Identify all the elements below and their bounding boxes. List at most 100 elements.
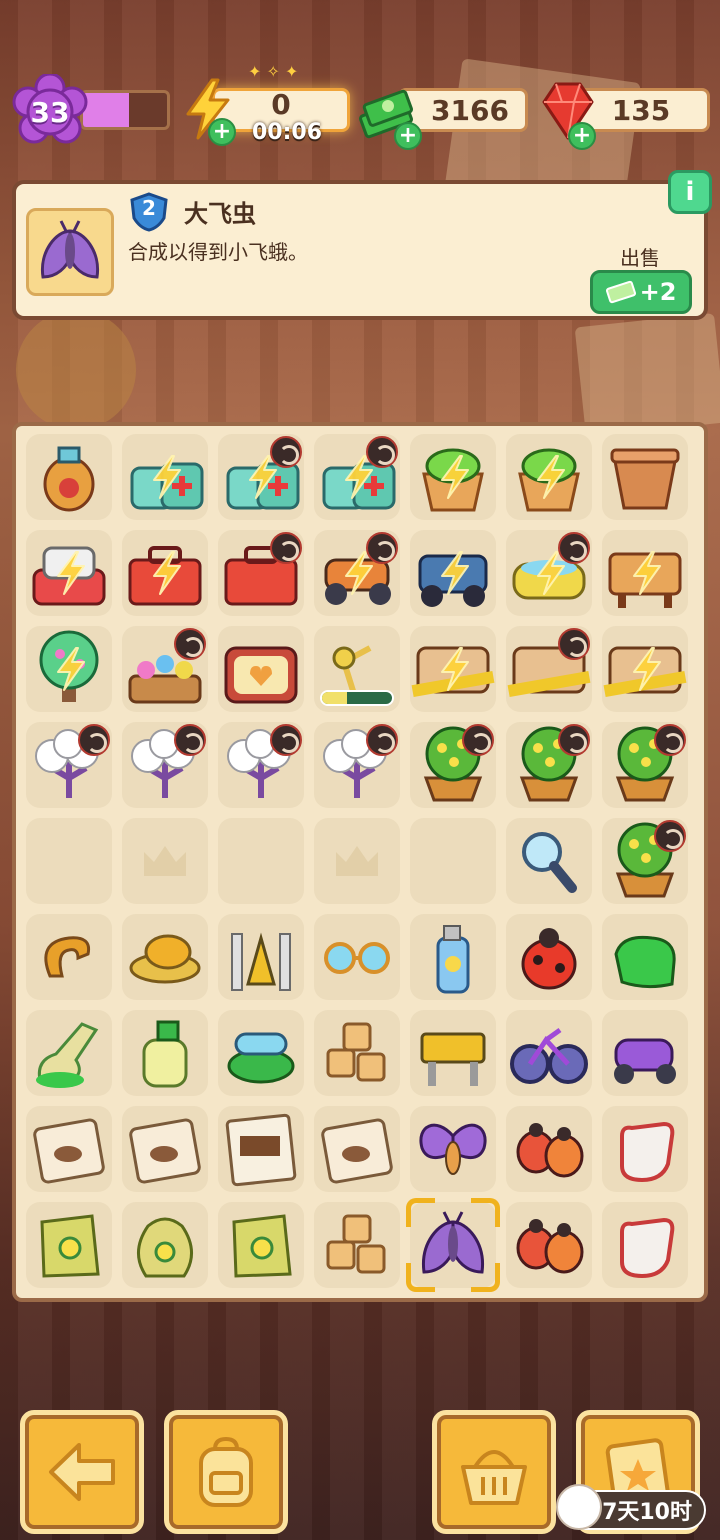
board-cell[interactable]: [410, 722, 496, 808]
selected-item-thumbnail: [26, 208, 114, 296]
bicycle-icon: [510, 1027, 588, 1084]
board-cell[interactable]: [410, 434, 496, 520]
board-cell[interactable]: [122, 1202, 208, 1288]
add-energy-icon[interactable]: +: [208, 118, 236, 146]
board-cell[interactable]: [314, 1106, 400, 1192]
board-cell[interactable]: [506, 626, 592, 712]
board-cell[interactable]: [26, 1106, 112, 1192]
board-cell[interactable]: [122, 1106, 208, 1192]
sell-button[interactable]: +2: [590, 270, 692, 314]
money-value: 3166: [431, 93, 509, 127]
board-cell[interactable]: [506, 434, 592, 520]
big-moth-icon: [40, 220, 100, 279]
board-cell[interactable]: [122, 914, 208, 1000]
board-cell[interactable]: [122, 1010, 208, 1096]
energy-bolt-icon: [57, 551, 85, 595]
board-cell[interactable]: [26, 434, 112, 520]
energy-bolt-icon: [57, 647, 85, 691]
board-cell[interactable]: [122, 722, 208, 808]
board-cell[interactable]: [218, 530, 304, 616]
board-cell[interactable]: [314, 1010, 400, 1096]
merge-board: [12, 422, 708, 1302]
status-bar: 33 0 + 00:06 ✦ ✧ ✦ 3166 + 135 +: [0, 62, 720, 150]
cash-icon: [605, 280, 636, 304]
board-cell[interactable]: [122, 434, 208, 520]
add-gems-icon[interactable]: +: [568, 122, 596, 150]
back-button[interactable]: [20, 1410, 144, 1534]
board-cell[interactable]: [602, 1010, 688, 1096]
board-cell[interactable]: [122, 626, 208, 712]
item-info-panel: 2 大飞虫 合成以得到小飞蛾。 i 出售 +2: [12, 170, 712, 320]
cooldown-timer-icon: [366, 436, 398, 468]
ladybug-pair-icon: [516, 1123, 584, 1178]
backpack-button[interactable]: [164, 1410, 288, 1534]
board-cell[interactable]: [218, 1010, 304, 1096]
board-cell[interactable]: [314, 626, 400, 712]
back-arrow-icon: [49, 1443, 115, 1501]
board-cell-empty: [410, 818, 496, 904]
board-cell[interactable]: [218, 722, 304, 808]
board-cell[interactable]: [26, 914, 112, 1000]
sparkle-icon: ✦ ✧ ✦: [248, 62, 299, 81]
board-cell[interactable]: [26, 1202, 112, 1288]
clay-pot-icon: [610, 448, 680, 510]
board-cell[interactable]: [218, 626, 304, 712]
info-button[interactable]: i: [668, 170, 712, 214]
board-cell[interactable]: [410, 530, 496, 616]
board-cell[interactable]: [410, 914, 496, 1000]
board-cell[interactable]: [26, 530, 112, 616]
board-cell[interactable]: [506, 1106, 592, 1192]
board-cell[interactable]: [602, 530, 688, 616]
board-cell[interactable]: [506, 1202, 592, 1288]
board-cell[interactable]: [406, 1198, 500, 1292]
cooldown-timer-icon: [558, 628, 590, 660]
board-cell[interactable]: [218, 1106, 304, 1192]
cooldown-timer-icon: [270, 436, 302, 468]
goggles-icon: [227, 1032, 295, 1084]
board-cell[interactable]: [506, 530, 592, 616]
board-cell[interactable]: [314, 722, 400, 808]
board-cell[interactable]: [602, 914, 688, 1000]
sunglasses-icon: [324, 942, 390, 974]
board-cell[interactable]: [410, 1010, 496, 1096]
wanted-poster-icon: [225, 1113, 297, 1187]
board-cell[interactable]: [314, 530, 400, 616]
board-cell-empty: [26, 818, 112, 904]
board-cell[interactable]: [218, 434, 304, 520]
board-cell[interactable]: [506, 722, 592, 808]
board-cell[interactable]: [26, 626, 112, 712]
board-cell[interactable]: [506, 818, 592, 904]
board-cell[interactable]: [602, 818, 688, 904]
slipper-icon: [36, 1022, 99, 1088]
board-cell[interactable]: [218, 1202, 304, 1288]
level-badge[interactable]: 33: [12, 74, 88, 150]
board-cell[interactable]: [26, 1010, 112, 1096]
board-cell[interactable]: [602, 626, 688, 712]
board-cell-empty: [122, 818, 208, 904]
dragon-vase-icon: [43, 446, 95, 512]
cooldown-timer-icon: [366, 532, 398, 564]
add-money-icon[interactable]: +: [394, 122, 422, 150]
energy-bolt-icon: [633, 551, 661, 595]
board-cell[interactable]: [314, 434, 400, 520]
basket-button[interactable]: [432, 1410, 556, 1534]
item-level: 2: [142, 196, 156, 220]
energy-bolt-icon: [153, 455, 181, 499]
board-cell[interactable]: [410, 626, 496, 712]
cooldown-timer-icon: [558, 532, 590, 564]
energy-bolt-icon: [153, 551, 181, 595]
board-cell[interactable]: [602, 722, 688, 808]
board-cell[interactable]: [122, 530, 208, 616]
board-cell[interactable]: [506, 1010, 592, 1096]
board-cell[interactable]: [410, 1106, 496, 1192]
board-cell[interactable]: [314, 1202, 400, 1288]
board-cell[interactable]: [26, 722, 112, 808]
board-cell[interactable]: [602, 1106, 688, 1192]
board-cell[interactable]: [602, 434, 688, 520]
board-cell[interactable]: [602, 1202, 688, 1288]
board-cell[interactable]: [314, 914, 400, 1000]
board-cell[interactable]: [218, 914, 304, 1000]
board-cell[interactable]: [506, 914, 592, 1000]
cooldown-timer-icon: [174, 724, 206, 756]
event-timer: 7天10时: [602, 1500, 692, 1525]
